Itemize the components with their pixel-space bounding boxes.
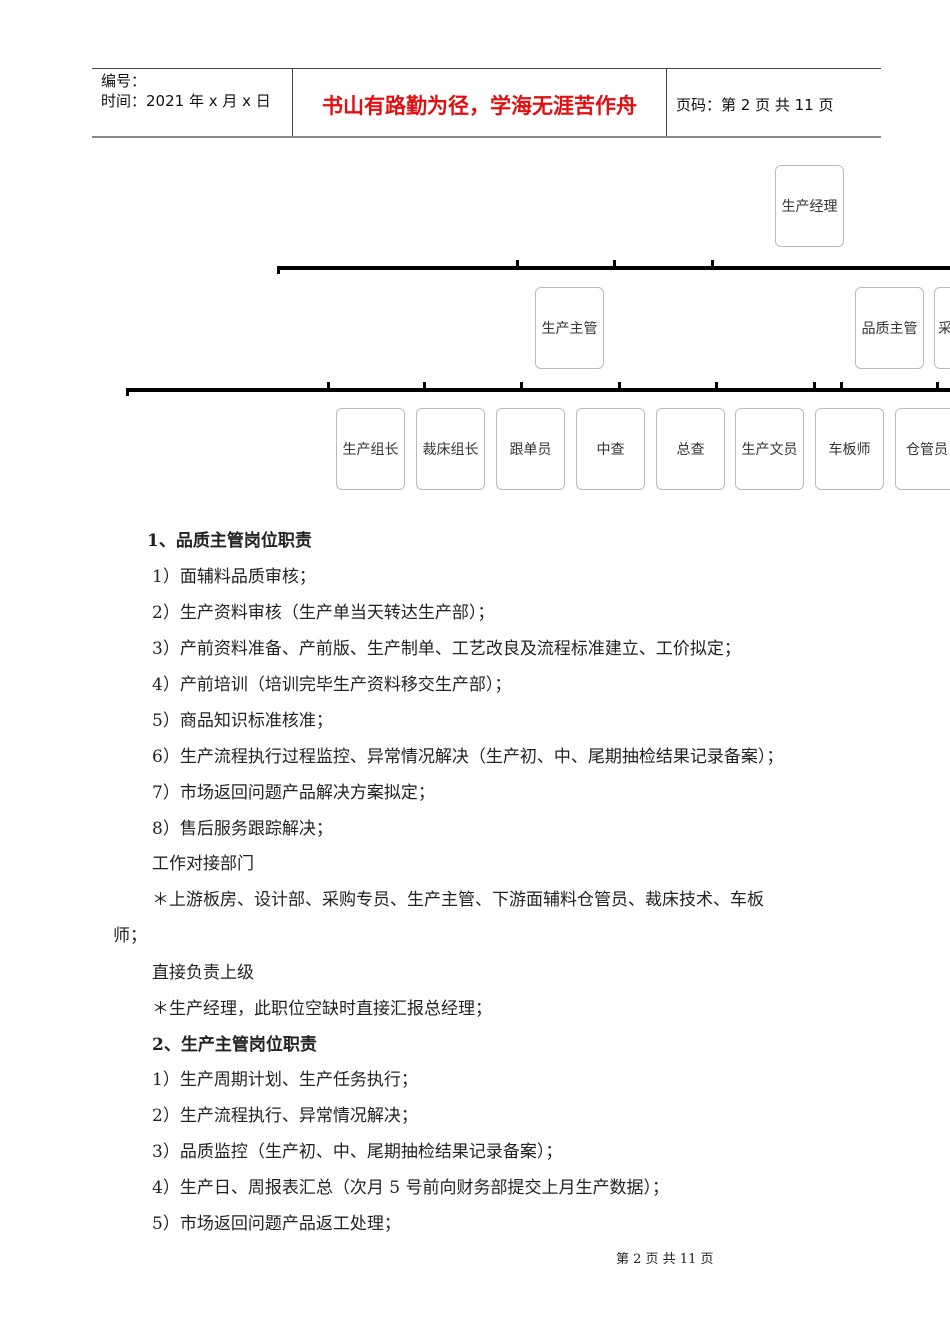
connector-tick — [126, 388, 129, 396]
org-node-quality-supervisor: 品质主管 — [855, 287, 924, 369]
org-node: 跟单员 — [496, 408, 565, 490]
org-node: 裁床组长 — [416, 408, 485, 490]
list-item: 2）生产资料审核（生产单当天转达生产部）； — [152, 603, 495, 623]
list-item: 2）生产流程执行、异常情况解决； — [152, 1106, 418, 1126]
subheading: 工作对接部门 — [152, 854, 254, 874]
list-item: 7）市场返回问题产品解决方案拟定； — [152, 783, 435, 803]
connector-tick — [516, 260, 519, 268]
list-item: 3）品质监控（生产初、中、尾期抽检结果记录备案）； — [152, 1142, 563, 1162]
list-item: 1）面辅料品质审核； — [152, 567, 316, 587]
connector-tick — [840, 382, 843, 390]
org-node-production-manager: 生产经理 — [775, 165, 844, 247]
list-item: 5）市场返回问题产品返工处理； — [152, 1214, 401, 1234]
connector-tick — [327, 382, 330, 390]
connector-tick — [813, 382, 816, 390]
connector-tick — [711, 260, 714, 268]
org-node: 仓管员 — [895, 408, 950, 490]
paragraph: 师； — [113, 926, 147, 946]
connector-tick — [613, 260, 616, 268]
list-item: 3）产前资料准备、产前版、生产制单、工艺改良及流程标准建立、工价拟定； — [152, 639, 741, 659]
doc-number-label: 编号： — [101, 72, 147, 90]
page-footer: 第 2 页 共 11 页 — [616, 1252, 714, 1267]
doc-date: 时间：2021 年 x 月 x 日 — [101, 92, 271, 110]
org-node: 总查 — [656, 408, 725, 490]
header-bottom-rule — [92, 136, 881, 138]
page-indicator: 页码：第 2 页 共 11 页 — [676, 96, 834, 114]
connector-tick — [277, 266, 280, 274]
subheading: 直接负责上级 — [152, 963, 254, 983]
connector-tick — [936, 382, 939, 390]
connector-tick — [520, 382, 523, 390]
list-item: 6）生产流程执行过程监控、异常情况解决（生产初、中、尾期抽检结果记录备案）； — [152, 747, 784, 767]
list-item: 4）生产日、周报表汇总（次月 5 号前向财务部提交上月生产数据）； — [152, 1178, 669, 1198]
document-page: 编号： 时间：2021 年 x 月 x 日 书山有路勤为径，学海无涯苦作舟 页码… — [0, 0, 950, 1344]
org-node-purchasing: 采 — [934, 287, 950, 369]
connector-tick — [715, 382, 718, 390]
list-item: 5）商品知识标准核准； — [152, 711, 333, 731]
paragraph: ＊上游板房、设计部、采购专员、生产主管、下游面辅料仓管员、裁床技术、车板 — [152, 890, 764, 910]
org-node: 生产组长 — [336, 408, 405, 490]
section-heading: 1、品质主管岗位职责 — [147, 531, 312, 551]
list-item: 1）生产周期计划、生产任务执行； — [152, 1070, 418, 1090]
header-motto: 书山有路勤为径，学海无涯苦作舟 — [322, 94, 637, 118]
section-heading: 2、生产主管岗位职责 — [152, 1035, 317, 1055]
list-item: 4）产前培训（培训完毕生产资料移交生产部）； — [152, 675, 512, 695]
connector-line — [126, 388, 950, 392]
org-node-production-supervisor: 生产主管 — [535, 287, 604, 369]
header-top-rule — [92, 68, 881, 69]
connector-tick — [618, 382, 621, 390]
header-divider — [666, 69, 667, 136]
org-node: 生产文员 — [735, 408, 804, 490]
connector-tick — [423, 382, 426, 390]
org-node: 中查 — [576, 408, 645, 490]
list-item: 8）售后服务跟踪解决； — [152, 819, 333, 839]
org-node: 车板师 — [815, 408, 884, 490]
paragraph: ＊生产经理，此职位空缺时直接汇报总经理； — [152, 999, 492, 1019]
